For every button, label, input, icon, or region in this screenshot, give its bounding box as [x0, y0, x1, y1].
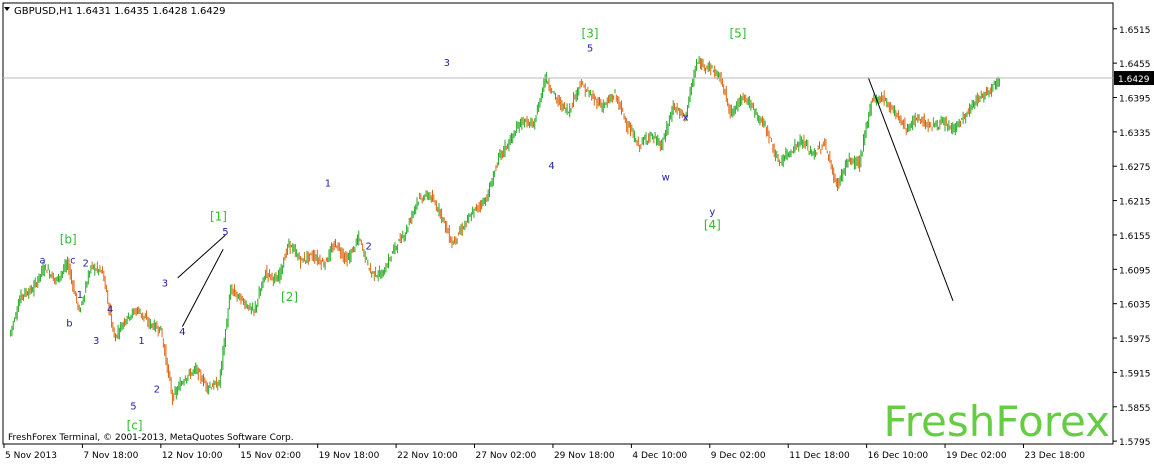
wave-label-minor: c	[70, 256, 76, 267]
x-tick-label: 29 Nov 18:00	[554, 451, 615, 461]
wave-label-minor: 1	[77, 290, 83, 301]
ohlc-values: 1.6431 1.6435 1.6428 1.6429	[76, 6, 226, 17]
y-tick-label: 1.6515	[1119, 26, 1151, 36]
wave-label-minor: 3	[93, 336, 99, 347]
wave-label-minor: 5	[587, 44, 593, 55]
y-tick-label: 1.6215	[1119, 198, 1151, 208]
y-tick-label: 1.6275	[1119, 163, 1151, 173]
wave-label-primary: [3]	[582, 26, 599, 40]
x-tick-label: 11 Dec 18:00	[789, 451, 850, 461]
x-tick-label: 19 Dec 02:00	[946, 451, 1007, 461]
wave-label-minor: b	[66, 319, 72, 330]
y-tick-label: 1.6095	[1119, 266, 1151, 276]
wave-label-minor: 3	[162, 279, 168, 290]
x-tick-label: 7 Nov 18:00	[83, 451, 138, 461]
y-tick-label: 1.6395	[1119, 95, 1151, 105]
price-chart: [b][c][1][2][3][4][5]a c 21b43 15234512345w…	[0, 0, 1154, 463]
wave-label-minor: 2	[154, 384, 160, 395]
wave-label-primary: [5]	[729, 26, 746, 40]
x-tick-label: 12 Nov 10:00	[162, 451, 223, 461]
y-tick-label: 1.5795	[1119, 438, 1151, 448]
wave-label-minor: 1	[325, 178, 331, 189]
wave-label-minor: 2	[366, 241, 372, 252]
x-tick-label: 15 Nov 02:00	[240, 451, 301, 461]
y-tick-label: 1.6035	[1119, 301, 1151, 311]
y-tick-label: 1.6455	[1119, 60, 1151, 70]
x-tick-label: 23 Dec 18:00	[1024, 451, 1085, 461]
wave-label-minor: 4	[179, 327, 185, 338]
y-tick-label: 1.6155	[1119, 232, 1151, 242]
wave-label-primary: [c]	[127, 419, 143, 433]
x-tick-label: 27 Nov 02:00	[476, 451, 537, 461]
wave-label-minor: 2	[83, 258, 89, 269]
x-tick-label: 22 Nov 10:00	[397, 451, 458, 461]
wave-label-minor: 4	[107, 304, 113, 315]
wave-label-minor: 4	[548, 161, 554, 172]
symbol-title: GBPUSD,H1	[14, 6, 73, 17]
y-tick-label: 1.5855	[1119, 404, 1151, 414]
wave-label-minor: w	[662, 173, 670, 184]
wave-label-minor: x	[683, 112, 689, 123]
wave-label-minor: 3	[444, 58, 450, 69]
x-tick-label: 5 Nov 2013	[5, 451, 57, 461]
wave-label-primary: [2]	[281, 290, 298, 304]
copyright-text: FreshForex Terminal, © 2001-2013, MetaQu…	[8, 433, 294, 443]
y-tick-label: 1.5975	[1119, 335, 1151, 345]
wave-label-minor: y	[709, 207, 715, 218]
chart-area[interactable]: [b] [c] [1] [2] [3] [4] [5] a c 2 1 b 4 3 1 5 2 3 4 5 1 2 3 4 5 w…	[0, 0, 1154, 463]
x-tick-label: 9 Dec 02:00	[711, 451, 766, 461]
watermark: FreshForex	[884, 397, 1110, 446]
wave-label-minor: a	[40, 256, 46, 267]
x-tick-label: 16 Dec 10:00	[868, 451, 929, 461]
wave-label-minor: 5	[222, 227, 228, 238]
wave-label-primary: [1]	[210, 210, 227, 224]
current-price-label: 1.6429	[1118, 75, 1150, 85]
x-tick-label: 19 Nov 18:00	[319, 451, 380, 461]
wave-label-primary: [b]	[60, 233, 77, 247]
y-tick-label: 1.5915	[1119, 369, 1151, 379]
y-tick-label: 1.6335	[1119, 129, 1151, 139]
wave-label-minor: 1	[138, 336, 144, 347]
wave-label-primary: [4]	[704, 218, 721, 232]
wave-label-minor: 5	[130, 402, 136, 413]
x-tick-label: 4 Dec 10:00	[632, 451, 687, 461]
